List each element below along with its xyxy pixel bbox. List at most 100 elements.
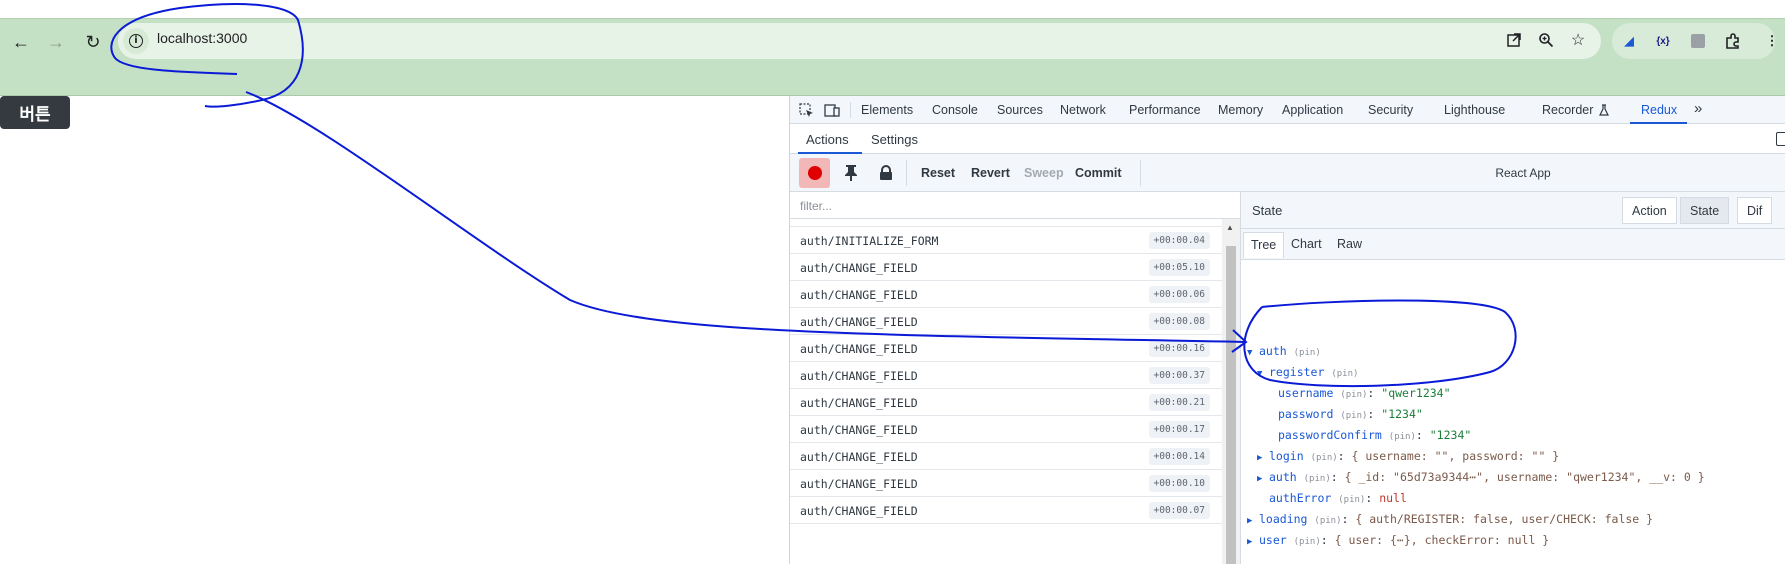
redux-sub-tabs: Actions Settings — [790, 124, 1785, 154]
pin-label[interactable]: (pin) — [1338, 495, 1365, 505]
value-summary: { _id: "65d73a9344⋯", username: "qwer123… — [1344, 470, 1705, 484]
action-row[interactable]: auth/CHANGE_FIELD +00:00.21 — [790, 389, 1222, 416]
tree-node-user[interactable]: ▶ user (pin): { user: {⋯}, checkError: nu… — [1247, 533, 1549, 547]
scrollbar-thumb[interactable] — [1226, 246, 1236, 564]
value-null: null — [1379, 491, 1407, 505]
commit-button[interactable]: Commit — [1068, 160, 1129, 186]
open-in-app-button[interactable] — [1502, 28, 1526, 52]
reload-button[interactable]: ↻ — [78, 27, 108, 57]
action-time: +00:00.37 — [1148, 367, 1210, 384]
extensions-button[interactable] — [1721, 29, 1745, 53]
record-button[interactable] — [799, 158, 830, 188]
pin-label[interactable]: (pin) — [1331, 369, 1358, 379]
view-tab-tree[interactable]: Tree — [1243, 232, 1285, 258]
pin-label[interactable]: (pin) — [1389, 432, 1416, 442]
magnifier-icon — [1539, 33, 1554, 48]
tree-node-login[interactable]: ▶ login (pin): { username: "", password: … — [1257, 449, 1559, 463]
action-row[interactable]: auth/CHANGE_FIELD +00:00.06 — [790, 281, 1222, 308]
view-tab-raw[interactable]: Raw — [1337, 237, 1362, 251]
dock-side-icon[interactable] — [1776, 132, 1785, 146]
action-row[interactable]: auth/INITIALIZE_FORM +00:00.04 — [790, 227, 1222, 254]
extension-3-button[interactable] — [1686, 29, 1710, 53]
pin-label[interactable]: (pin) — [1314, 516, 1341, 526]
mode-action-button[interactable]: Action — [1622, 197, 1677, 224]
tree-node-register[interactable]: ▼ register (pin) — [1257, 365, 1358, 379]
value-string: "1234" — [1429, 428, 1472, 442]
tree-node-loading[interactable]: ▶ loading (pin): { auth/REGISTER: false, … — [1247, 512, 1653, 526]
key-label: register — [1269, 365, 1325, 379]
tab-application[interactable]: Application — [1282, 103, 1343, 117]
back-button[interactable]: ← — [6, 27, 36, 57]
site-info-button[interactable]: i — [123, 28, 149, 54]
action-row-partial — [790, 219, 1222, 227]
pin-label[interactable]: (pin) — [1294, 537, 1321, 547]
action-row[interactable]: auth/CHANGE_FIELD +00:00.07 — [790, 497, 1222, 524]
pin-label[interactable]: (pin) — [1294, 348, 1321, 358]
collapsed-triangle-icon: ▶ — [1247, 516, 1253, 526]
address-bar[interactable] — [118, 23, 1601, 59]
mode-diff-button[interactable]: Dif — [1737, 197, 1773, 224]
state-header: State Action State Dif — [1241, 192, 1785, 229]
more-tabs-button[interactable]: » — [1694, 100, 1702, 117]
lock-button[interactable] — [870, 158, 901, 188]
action-name: auth/CHANGE_FIELD — [800, 261, 918, 275]
tab-console[interactable]: Console — [932, 103, 978, 117]
view-tab-chart[interactable]: Chart — [1291, 237, 1322, 251]
action-row[interactable]: auth/CHANGE_FIELD +00:00.37 — [790, 362, 1222, 389]
inspect-element-button[interactable] — [797, 101, 815, 119]
tab-actions[interactable]: Actions — [806, 132, 849, 147]
action-row[interactable]: auth/CHANGE_FIELD +00:00.17 — [790, 416, 1222, 443]
tab-sources[interactable]: Sources — [997, 103, 1043, 117]
json-braces-icon: {x} — [1656, 35, 1670, 47]
bookmark-button[interactable]: ☆ — [1566, 28, 1590, 52]
url-text[interactable]: localhost:3000 — [157, 30, 247, 46]
action-row[interactable]: auth/CHANGE_FIELD +00:00.16 — [790, 335, 1222, 362]
instance-selector[interactable]: React App — [1260, 166, 1785, 180]
persist-button[interactable] — [835, 158, 866, 188]
action-name: auth/CHANGE_FIELD — [800, 342, 918, 356]
pin-label[interactable]: (pin) — [1304, 474, 1331, 484]
mode-state-button[interactable]: State — [1680, 197, 1730, 224]
reset-button[interactable]: Reset — [914, 160, 962, 186]
key-label: auth — [1259, 344, 1287, 358]
action-name: auth/CHANGE_FIELD — [800, 369, 918, 383]
tab-memory[interactable]: Memory — [1218, 103, 1263, 117]
state-title: State — [1252, 203, 1283, 218]
action-time: +00:00.21 — [1148, 394, 1210, 411]
scroll-up-icon[interactable]: ▲ — [1226, 223, 1234, 232]
action-list-pane: filter... auth/INITIALIZE_FORM +00:00.04… — [790, 192, 1241, 564]
tree-node-auth[interactable]: ▼ auth (pin) — [1247, 344, 1321, 358]
page-action-button[interactable]: 버튼 — [0, 96, 70, 129]
tab-performance[interactable]: Performance — [1129, 103, 1201, 117]
tree-node-auth-inner[interactable]: ▶ auth (pin): { _id: "65d73a9344⋯", usern… — [1257, 470, 1705, 484]
action-row[interactable]: auth/CHANGE_FIELD +00:00.14 — [790, 443, 1222, 470]
sweep-button[interactable]: Sweep — [1017, 160, 1071, 186]
zoom-button[interactable] — [1534, 28, 1558, 52]
action-row[interactable]: auth/CHANGE_FIELD +00:00.08 — [790, 308, 1222, 335]
action-list-scrollbar[interactable]: ▲ — [1222, 219, 1240, 564]
extension-1-button[interactable]: ◢ — [1617, 29, 1641, 53]
device-toolbar-button[interactable] — [823, 101, 841, 119]
action-time: +00:00.17 — [1148, 421, 1210, 438]
pin-label[interactable]: (pin) — [1340, 390, 1367, 400]
action-row[interactable]: auth/CHANGE_FIELD +00:05.10 — [790, 254, 1222, 281]
tab-redux[interactable]: Redux — [1641, 103, 1677, 117]
lock-icon — [879, 165, 892, 180]
extension-2-button[interactable]: {x} — [1651, 29, 1675, 53]
tab-settings[interactable]: Settings — [871, 132, 918, 147]
filter-input[interactable]: filter... — [790, 192, 1241, 219]
forward-button[interactable]: → — [41, 27, 71, 57]
action-name: auth/CHANGE_FIELD — [800, 477, 918, 491]
device-icon — [824, 103, 840, 117]
action-row[interactable]: auth/CHANGE_FIELD +00:00.10 — [790, 470, 1222, 497]
revert-button[interactable]: Revert — [964, 160, 1017, 186]
screen: ← → ↻ i localhost:3000 ☆ ◢ {x} ⋮ 버튼 Elem… — [0, 0, 1785, 564]
tab-elements[interactable]: Elements — [861, 103, 913, 117]
tab-security[interactable]: Security — [1368, 103, 1413, 117]
pin-label[interactable]: (pin) — [1311, 453, 1338, 463]
pin-label[interactable]: (pin) — [1340, 411, 1367, 421]
value-summary: { username: "", password: "" } — [1351, 449, 1560, 463]
tab-lighthouse[interactable]: Lighthouse — [1444, 103, 1505, 117]
tab-network[interactable]: Network — [1060, 103, 1106, 117]
tab-recorder[interactable]: Recorder — [1542, 103, 1593, 117]
